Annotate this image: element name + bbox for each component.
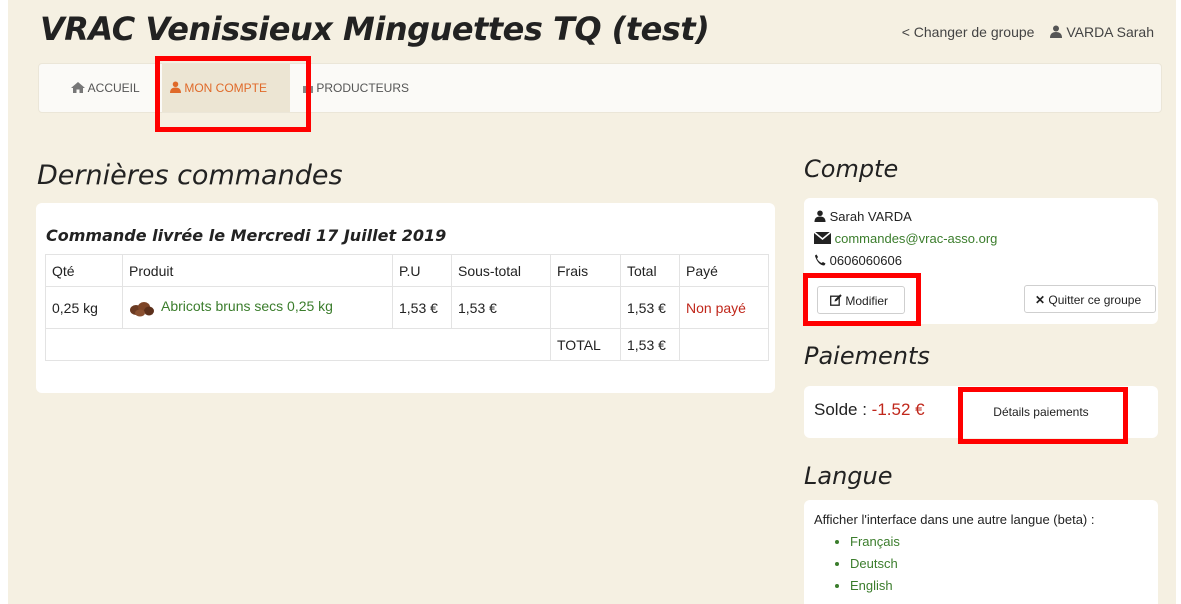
row-fees	[550, 286, 621, 329]
language-list: Français Deutsch English	[850, 531, 900, 597]
envelope-icon	[813, 231, 832, 244]
payments-heading: Paiements	[804, 342, 930, 370]
balance-row: Solde : -1.52 €	[814, 400, 925, 420]
leave-group-button[interactable]: ✕ Quitter ce groupe	[1024, 285, 1156, 313]
account-panel: Sarah VARDA commandes@vrac-asso.org 0606…	[804, 198, 1158, 324]
nav-accueil-label: ACCUEIL	[87, 81, 140, 95]
group-title: VRAC Venissieux Minguettes TQ (test)	[40, 10, 710, 48]
store-icon	[303, 86, 313, 93]
orders-panel: Commande livrée le Mercredi 17 Juillet 2…	[36, 203, 775, 393]
orders-table: Qté Produit P.U Sous-total Frais Total P…	[45, 254, 769, 361]
account-phone: 0606060606	[829, 253, 902, 268]
table-total-row: TOTAL 1,53 €	[45, 328, 769, 361]
col-product: Produit	[122, 254, 393, 287]
balance-label: Solde :	[814, 400, 872, 419]
col-pu[interactable]: P.U	[392, 254, 452, 287]
apricot-image	[130, 301, 154, 317]
phone-icon	[815, 254, 826, 266]
main-navbar: ACCUEIL MON COMPTE PRODUCTEURS	[38, 63, 1162, 113]
change-group-link[interactable]: < Changer de groupe	[902, 24, 1035, 40]
col-paid: Payé	[679, 254, 769, 287]
total-row-spacer	[45, 328, 551, 361]
nav-mon-compte[interactable]: MON COMPTE	[162, 64, 290, 112]
language-option-english[interactable]: English	[850, 575, 900, 597]
col-total: Total	[620, 254, 680, 287]
close-icon: ✕	[1035, 293, 1046, 307]
order-title: Commande livrée le Mercredi 17 Juillet 2…	[46, 226, 447, 245]
col-subtotal: Sous-total	[451, 254, 551, 287]
language-heading: Langue	[804, 462, 893, 490]
top-right-menu: < Changer de groupe VARDA Sarah	[902, 24, 1154, 40]
page-background: VRAC Venissieux Minguettes TQ (test) < C…	[8, 0, 1176, 604]
account-name-row: Sarah VARDA	[814, 209, 912, 224]
total-label: TOTAL	[550, 328, 621, 361]
row-subtotal: 1,53 €	[451, 286, 551, 329]
user-icon	[1050, 25, 1063, 38]
account-name: Sarah VARDA	[829, 209, 912, 224]
table-row: 0,25 kg Abricots bruns secs 0,25 kg 1,53…	[45, 286, 769, 329]
payment-details-button[interactable]: Détails paiements	[974, 398, 1108, 426]
table-header-row: Qté Produit P.U Sous-total Frais Total P…	[45, 254, 769, 287]
account-email-row: commandes@vrac-asso.org	[813, 231, 998, 246]
edit-account-button[interactable]: Modifier	[817, 286, 905, 314]
row-pu: 1,53 €	[392, 286, 452, 329]
product-link[interactable]: Abricots bruns secs 0,25 kg	[161, 298, 333, 314]
home-icon	[71, 82, 85, 93]
account-heading: Compte	[804, 155, 899, 183]
user-icon	[814, 210, 826, 222]
col-qty: Qté	[45, 254, 123, 287]
language-prompt: Afficher l'interface dans une autre lang…	[814, 512, 1095, 527]
orders-heading: Dernières commandes	[37, 160, 343, 191]
edit-account-label: Modifier	[845, 294, 889, 308]
payments-panel: Solde : -1.52 € Détails paiements	[804, 386, 1158, 438]
user-menu[interactable]: VARDA Sarah	[1050, 24, 1154, 40]
language-option-francais[interactable]: Français	[850, 531, 900, 553]
leave-group-label: Quitter ce groupe	[1048, 293, 1142, 307]
col-fees: Frais	[550, 254, 621, 287]
nav-accueil[interactable]: ACCUEIL	[71, 64, 140, 112]
language-panel: Afficher l'interface dans une autre lang…	[804, 500, 1158, 604]
total-row-empty	[679, 328, 769, 361]
row-paid-status: Non payé	[679, 286, 769, 329]
user-name: VARDA Sarah	[1066, 24, 1154, 40]
account-phone-row: 0606060606	[814, 253, 902, 268]
nav-producteurs[interactable]: PRODUCTEURS	[303, 64, 409, 112]
total-value: 1,53 €	[620, 328, 680, 361]
balance-value: -1.52 €	[871, 400, 925, 419]
language-option-deutsch[interactable]: Deutsch	[850, 553, 900, 575]
nav-producteurs-label: PRODUCTEURS	[316, 81, 410, 95]
user-icon	[170, 81, 181, 93]
row-product-cell: Abricots bruns secs 0,25 kg	[122, 286, 393, 329]
nav-mon-compte-label: MON COMPTE	[184, 81, 268, 95]
row-total: 1,53 €	[620, 286, 680, 329]
account-email[interactable]: commandes@vrac-asso.org	[835, 231, 998, 246]
edit-icon	[830, 294, 842, 306]
row-qty: 0,25 kg	[45, 286, 123, 329]
